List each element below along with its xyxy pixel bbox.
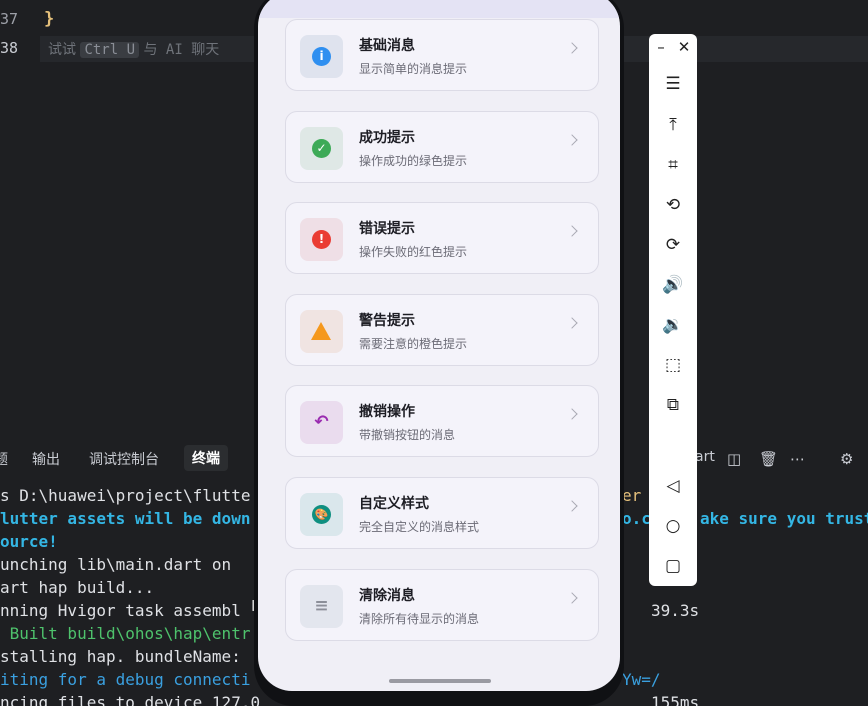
terminal-line: stalling hap. bundleName: [0,647,241,666]
chevron-right-icon [566,317,578,329]
clear-all-icon: ≡ [314,596,329,616]
ai-chat-hint: 试试 Ctrl U 与 AI 聊天 [48,39,219,59]
card-subtitle: 显示简单的消息提示 [359,62,468,76]
hint-suffix: 与 AI 聊天 [143,42,220,58]
undo-icon: ↶ [314,412,329,432]
terminal-fragment: ake sure you trust [700,509,868,528]
tab-terminal[interactable]: 终端 [184,445,228,471]
terminal-line: s D:\huawei\project\flutte [0,486,251,505]
minimize-icon[interactable]: – [649,35,673,59]
error-icon: ! [312,230,331,249]
terminal-line: Built build\ohos\hap\entr [0,624,251,643]
terminal-line: ncing files to device 127.0 [0,693,261,706]
message-demo-card[interactable]: ! 错误提示操作失败的红色提示 [285,202,599,274]
emulator-toolbar: – ✕ ☰ ⤒ ⌗ ⟲ ⟳ 🔊 🔉 ⬚ ⧉ ◁ ○ ▢ [649,34,697,586]
recents-icon[interactable]: ▢ [661,554,685,578]
text-cursor-icon: I [251,597,256,615]
more-icon[interactable]: ⋯ [790,450,805,468]
hint-shortcut: Ctrl U [80,42,140,58]
card-icon-box: 🎨 [300,493,343,536]
terminal-fragment: o.c [622,509,651,528]
shake-icon[interactable]: ⬚ [661,353,685,377]
rotate-left-icon[interactable]: ⟲ [661,193,685,217]
card-subtitle: 带撤销按钮的消息 [359,428,456,442]
code-closing-brace: } [44,9,55,29]
app-header-strip [258,0,620,18]
card-subtitle: 需要注意的橙色提示 [359,337,468,351]
card-subtitle: 操作失败的红色提示 [359,245,468,259]
volume-down-icon[interactable]: 🔉 [661,313,685,337]
multi-device-icon[interactable]: ⧉ [661,393,685,417]
terminal-line: lutter assets will be down [0,509,251,528]
phone-emulator-frame: i 基础消息 显示简单的消息提示 ✓ 成功提示 操作成功的绿色提示! 错误提示 操作失败的红色… [254,0,624,706]
tab-output[interactable]: 输出 [32,449,60,469]
volume-up-icon[interactable]: 🔊 [661,273,685,297]
back-icon[interactable]: ◁ [661,474,685,498]
hint-prefix: 试试 [48,42,76,58]
terminal-line: ource! [0,532,58,551]
chevron-right-icon [566,134,578,146]
card-title: 错误提示 [359,221,415,237]
card-subtitle: 完全自定义的消息样式 [359,520,480,534]
card-title: 警告提示 [359,313,415,329]
panel-settings-icon[interactable]: ⚙ [840,450,853,468]
chevron-right-icon [566,500,578,512]
card-icon-box: i [300,35,343,78]
message-demo-card[interactable]: i 基础消息显示简单的消息提示 [285,19,599,91]
message-demo-card[interactable]: ≡ 清除消息清除所有待显示的消息 [285,569,599,641]
card-icon-box: ↶ [300,401,343,444]
card-icon-box [300,310,343,353]
message-demo-card[interactable]: 🎨 自定义样式完全自定义的消息样式 [285,477,599,549]
card-icon-box: ! [300,218,343,261]
pin-top-icon[interactable]: ⤒ [661,113,685,137]
terminal-line: unching lib\main.dart on [0,555,232,574]
split-terminal-icon[interactable]: ◫ [727,450,741,468]
card-title: 成功提示 [359,130,415,146]
terminal-line: art hap build... [0,578,155,597]
chevron-right-icon [566,42,578,54]
line-number: 37 [0,10,19,28]
card-title: 撤销操作 [359,404,415,420]
card-title: 清除消息 [359,588,415,604]
home-icon[interactable]: ○ [661,514,685,538]
card-subtitle: 清除所有待显示的消息 [359,612,480,626]
tab-problems[interactable]: 题 [0,449,8,469]
trash-icon[interactable]: 🗑 [759,450,778,468]
palette-icon: 🎨 [312,505,331,524]
rotate-right-icon[interactable]: ⟳ [661,233,685,257]
menu-icon[interactable]: ☰ [661,72,685,96]
message-demo-card[interactable]: ↶ 撤销操作带撤销按钮的消息 [285,385,599,457]
card-title: 基础消息 [359,38,415,54]
terminal-line: nning Hvigor task assembl [0,601,241,620]
message-demo-card[interactable]: 警告提示需要注意的橙色提示 [285,294,599,366]
card-icon-box: ✓ [300,127,343,170]
terminal-fragment: Yw=/ [622,670,661,689]
launch-profile-label[interactable]: art [695,449,715,465]
info-icon: i [312,47,331,66]
warning-icon [311,322,331,340]
terminal-fragment: 155ms [651,693,700,706]
chevron-right-icon [566,592,578,604]
terminal-fragment: 39.3s [651,601,700,620]
check-circle-icon: ✓ [312,139,331,158]
crop-icon[interactable]: ⌗ [661,153,685,177]
line-number: 38 [0,39,19,57]
message-demo-card[interactable]: ✓ 成功提示操作成功的绿色提示 [285,111,599,183]
card-subtitle: 操作成功的绿色提示 [359,154,468,168]
tab-debug-console[interactable]: 调试控制台 [89,449,159,469]
terminal-fragment: er [622,486,642,505]
card-icon-box: ≡ [300,585,343,628]
chevron-right-icon [566,225,578,237]
chevron-right-icon [566,408,578,420]
close-icon[interactable]: ✕ [672,35,696,59]
card-title: 自定义样式 [359,496,429,512]
home-indicator[interactable] [389,679,491,683]
terminal-line: iting for a debug connecti [0,670,251,689]
phone-screen[interactable]: i 基础消息 显示简单的消息提示 ✓ 成功提示 操作成功的绿色提示! 错误提示 操作失败的红色… [258,0,620,691]
